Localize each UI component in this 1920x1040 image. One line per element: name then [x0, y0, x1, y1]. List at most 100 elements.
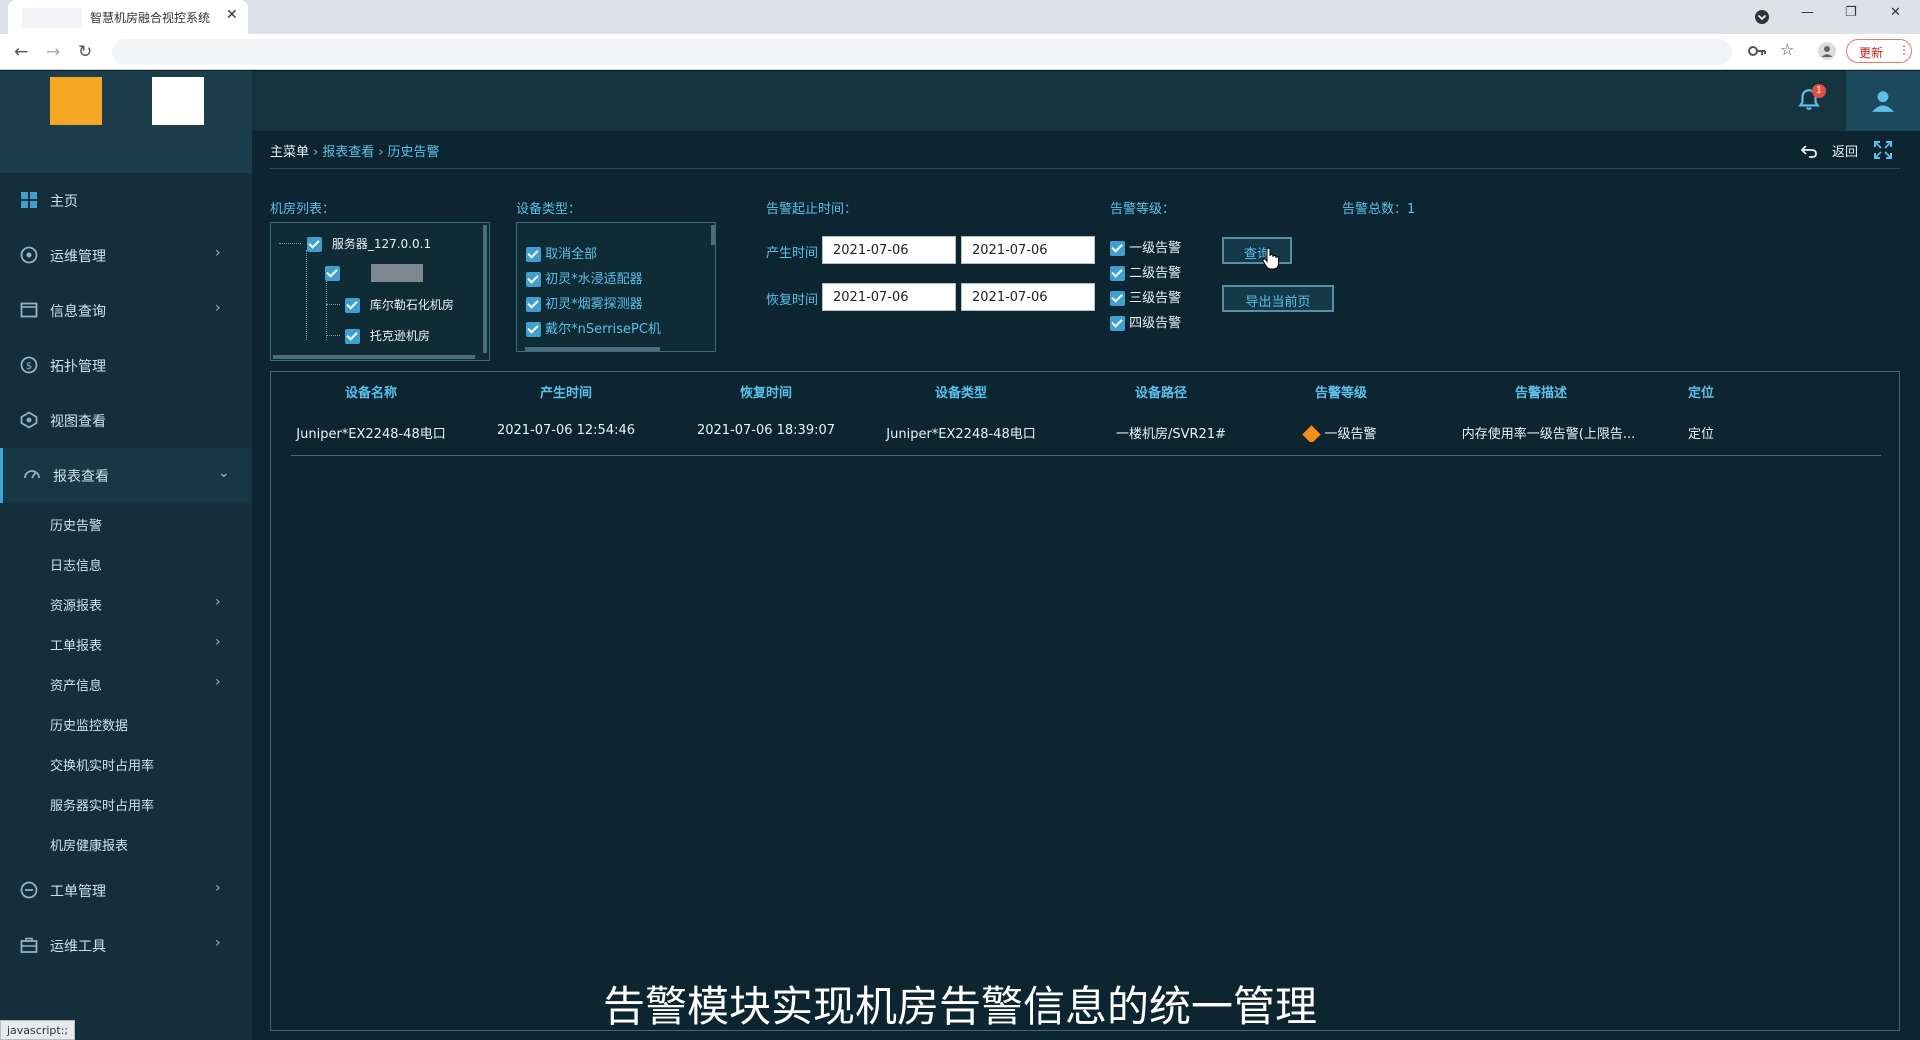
home-icon — [21, 192, 37, 208]
checkbox-checked[interactable] — [1110, 316, 1125, 331]
tree-scrollbar[interactable] — [483, 225, 487, 353]
column-header: 告警等级 — [1314, 386, 1367, 401]
recover-start-input[interactable]: 2021-07-06 — [822, 283, 956, 311]
sub-item-log-info[interactable]: 日志信息 — [0, 543, 252, 583]
profile-avatar-icon[interactable] — [1818, 42, 1836, 60]
restore-icon[interactable]: ❐ — [1845, 5, 1857, 20]
tree-connector — [326, 304, 340, 305]
tree-h-scrollbar[interactable] — [273, 355, 475, 359]
checkbox-checked[interactable] — [345, 329, 360, 344]
sidebar-item-label: 主页 — [50, 194, 78, 210]
forward-arrow-icon[interactable]: → — [46, 42, 60, 62]
recover-time-label: 恢复时间 — [766, 293, 819, 308]
alarm-level-option[interactable]: 二级告警 — [1110, 262, 1181, 281]
tab-close-icon[interactable]: ✕ — [226, 7, 238, 23]
alarm-level-option[interactable]: 三级告警 — [1110, 287, 1181, 306]
topology-icon: $ — [20, 356, 38, 374]
logo-area — [0, 71, 252, 131]
sidebar-item-topology[interactable]: $ 拓扑管理 — [0, 338, 252, 393]
sidebar-item-ops-tools[interactable]: 运维工具 › — [0, 918, 252, 973]
tree-node-room[interactable]: 托克逊机房 — [345, 327, 430, 344]
sub-item-switch-usage[interactable]: 交换机实时占用率 — [0, 743, 252, 783]
checkbox-checked[interactable] — [345, 298, 360, 313]
checkbox-checked[interactable] — [526, 247, 541, 262]
sub-item-history-alarm[interactable]: 历史告警 — [0, 503, 252, 543]
sidebar-item-reports[interactable]: 报表查看 ⌄ — [0, 448, 252, 503]
cell-alarm-level: 一级告警 — [1261, 423, 1421, 442]
sub-item-label: 历史监控数据 — [50, 719, 129, 734]
room-tree-panel: 服务器_127.0.0.1 库尔勒石化机房 托克逊机房 — [270, 222, 490, 361]
checkbox-checked[interactable] — [526, 272, 541, 287]
chevron-right-icon: › — [215, 245, 221, 261]
key-icon[interactable] — [1748, 44, 1766, 58]
sidebar-item-home[interactable]: 主页 — [0, 173, 252, 228]
recover-end-input[interactable]: 2021-07-06 — [961, 283, 1095, 311]
breadcrumb-level1[interactable]: 报表查看 — [322, 145, 374, 160]
checkbox-checked[interactable] — [1110, 241, 1125, 256]
bookmark-star-icon[interactable]: ☆ — [1780, 40, 1794, 59]
query-button[interactable]: 查询 — [1222, 237, 1292, 264]
app-header: 1 — [0, 71, 1920, 131]
locate-link[interactable]: 定位 — [1651, 423, 1751, 442]
checkbox-checked[interactable] — [325, 266, 340, 281]
notification-bell-icon[interactable]: 1 — [1796, 84, 1826, 117]
alarm-level-option-label: 三级告警 — [1129, 291, 1182, 306]
user-menu[interactable] — [1846, 71, 1920, 131]
video-subtitle: 告警模块实现机房告警信息的统一管理 — [602, 982, 1317, 1031]
browser-update-button[interactable]: 更新 ⋮ — [1846, 39, 1912, 63]
url-input[interactable] — [112, 39, 1732, 65]
alarm-level-option[interactable]: 四级告警 — [1110, 312, 1181, 331]
time-range-label: 告警起止时间： — [766, 202, 858, 217]
sub-item-resource-report[interactable]: 资源报表 › — [0, 583, 252, 623]
tree-node-server[interactable]: 服务器_127.0.0.1 — [307, 235, 431, 252]
checkbox-checked[interactable] — [1110, 291, 1125, 306]
occur-end-input[interactable]: 2021-07-06 — [961, 236, 1095, 264]
more-menu-icon[interactable]: ⋮ — [1898, 43, 1910, 57]
sub-item-label: 日志信息 — [50, 559, 103, 574]
tree-node-group[interactable] — [325, 266, 340, 281]
close-window-icon[interactable]: ✕ — [1890, 5, 1901, 20]
device-type-option[interactable]: 戴尔*nSerrisePC机 — [526, 318, 661, 337]
back-button[interactable]: 返回 — [1832, 141, 1858, 160]
undo-icon[interactable] — [1800, 143, 1818, 159]
checkbox-checked[interactable] — [1110, 266, 1125, 281]
main-content: 主菜单 › 报表查看 › 历史告警 返回 机房列表： 服务器_127.0.0.1 库尔勒… — [252, 131, 1920, 1040]
tree-node-room[interactable]: 库尔勒石化机房 — [345, 296, 454, 313]
column-header: 产生时间 — [539, 386, 592, 401]
tree-node-label: 库尔勒石化机房 — [369, 298, 454, 312]
occur-start-input[interactable]: 2021-07-06 — [822, 236, 956, 264]
sidebar-item-info-query[interactable]: 信息查询 › — [0, 283, 252, 338]
sub-item-asset-info[interactable]: 资产信息 › — [0, 663, 252, 703]
device-type-option[interactable]: 取消全部 — [526, 243, 597, 262]
checkbox-checked[interactable] — [526, 297, 541, 312]
sidebar-item-label: 工单管理 — [50, 884, 106, 900]
sidebar-item-workorder[interactable]: 工单管理 › — [0, 863, 252, 918]
device-type-option[interactable]: 初灵*水浸适配器 — [526, 268, 643, 287]
sub-item-label: 交换机实时占用率 — [50, 759, 155, 774]
device-type-option[interactable]: 初灵*烟雾探测器 — [526, 293, 643, 312]
fullscreen-icon[interactable] — [1874, 141, 1892, 159]
checkbox-checked[interactable] — [307, 237, 322, 252]
checkbox-checked[interactable] — [526, 322, 541, 337]
sub-item-workorder-report[interactable]: 工单报表 › — [0, 623, 252, 663]
breadcrumb-root[interactable]: 主菜单 — [270, 145, 309, 160]
browser-tab[interactable]: 智慧机房融合视控系统 ✕ — [8, 0, 248, 34]
occur-time-label: 产生时间 — [766, 246, 819, 261]
alarm-level-option[interactable]: 一级告警 — [1110, 237, 1181, 256]
export-current-page-button[interactable]: 导出当前页 — [1222, 285, 1334, 312]
breadcrumb-level2[interactable]: 历史告警 — [387, 145, 439, 160]
sidebar-item-view[interactable]: 视图查看 — [0, 393, 252, 448]
sub-item-history-monitor[interactable]: 历史监控数据 — [0, 703, 252, 743]
column-header: 设备路径 — [1134, 386, 1187, 401]
tree-node-label: 服务器_127.0.0.1 — [331, 237, 432, 251]
sidebar-item-label: 运维管理 — [50, 249, 106, 265]
back-arrow-icon[interactable]: ← — [14, 42, 28, 62]
minimize-icon[interactable]: — — [1801, 5, 1814, 20]
profile-dropdown-icon[interactable] — [1754, 9, 1770, 25]
sub-item-room-health[interactable]: 机房健康报表 — [0, 823, 252, 863]
sub-item-server-usage[interactable]: 服务器实时占用率 — [0, 783, 252, 823]
device-type-h-scrollbar[interactable] — [525, 347, 660, 351]
reload-icon[interactable]: ↻ — [78, 42, 92, 62]
device-type-scrollbar[interactable] — [711, 225, 715, 245]
sidebar-item-ops[interactable]: 运维管理 › — [0, 228, 252, 283]
